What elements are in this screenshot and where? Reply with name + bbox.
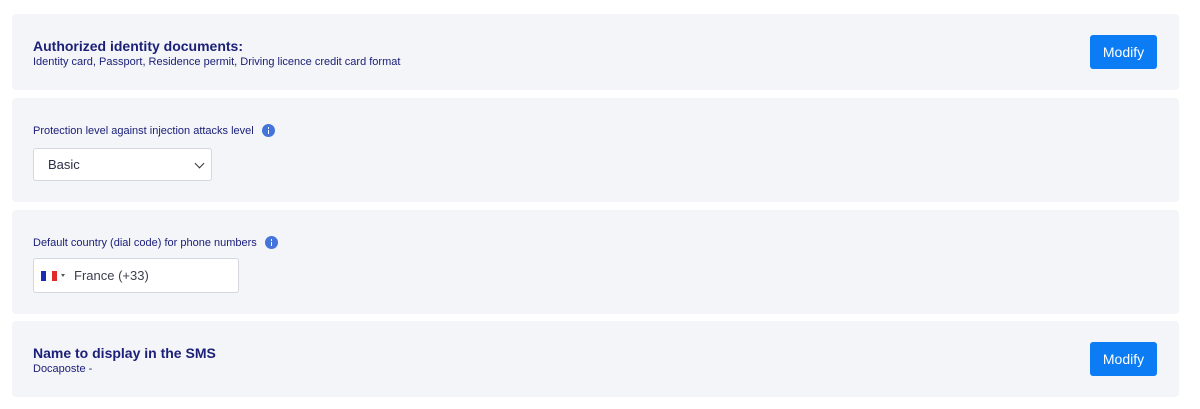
france-flag-icon[interactable]	[41, 270, 57, 281]
country-dial-code-input[interactable]: France (+33)	[33, 258, 239, 293]
info-icon[interactable]	[264, 236, 278, 249]
modify-sms-name-button[interactable]: Modify	[1090, 342, 1157, 376]
caret-down-icon[interactable]	[61, 274, 65, 277]
protection-level-card: Protection level against injection attac…	[12, 98, 1179, 202]
protection-level-label: Protection level against injection attac…	[33, 124, 254, 137]
chevron-down-icon	[194, 158, 205, 169]
sms-name-value: Docaposte -	[33, 363, 93, 375]
modify-identity-documents-button[interactable]: Modify	[1090, 35, 1157, 69]
identity-documents-title: Authorized identity documents:	[33, 38, 243, 54]
default-country-label-row: Default country (dial code) for phone nu…	[33, 236, 278, 249]
default-country-label: Default country (dial code) for phone nu…	[33, 236, 257, 249]
identity-documents-card: Authorized identity documents: Identity …	[12, 14, 1179, 90]
protection-level-selected-value: Basic	[48, 157, 80, 172]
country-dial-code-value: France (+33)	[74, 268, 149, 283]
info-icon[interactable]	[261, 124, 275, 137]
default-country-card: Default country (dial code) for phone nu…	[12, 210, 1179, 314]
protection-level-select[interactable]: Basic	[33, 148, 212, 181]
identity-documents-list: Identity card, Passport, Residence permi…	[33, 56, 401, 68]
sms-name-card: Name to display in the SMS Docaposte - M…	[12, 321, 1179, 397]
protection-level-label-row: Protection level against injection attac…	[33, 124, 275, 137]
sms-name-title: Name to display in the SMS	[33, 345, 216, 361]
